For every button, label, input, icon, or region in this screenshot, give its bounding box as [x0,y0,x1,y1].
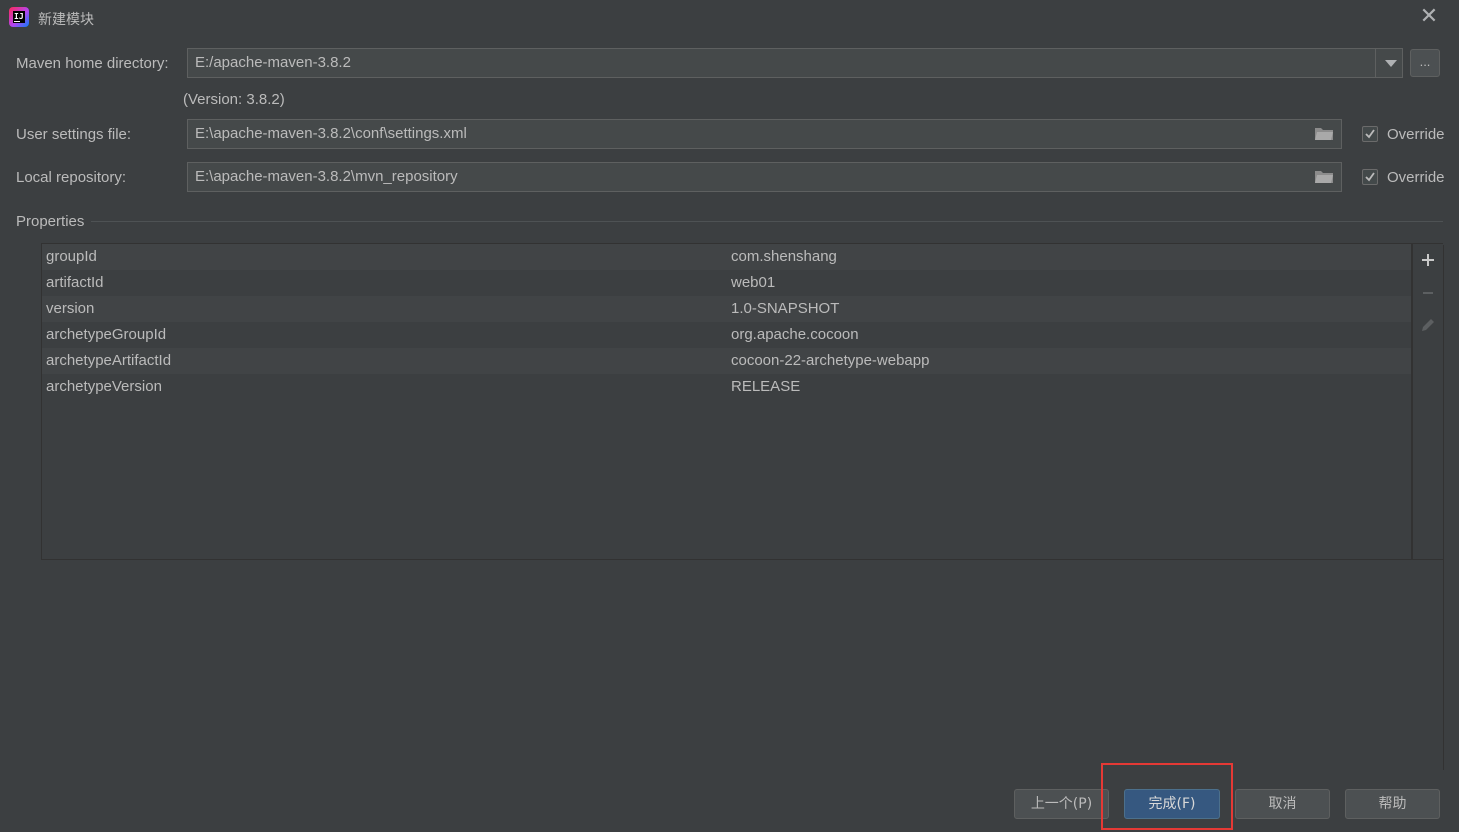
property-key: archetypeVersion [46,378,162,395]
finish-highlight-annotation [1101,763,1233,830]
folder-icon[interactable] [1315,170,1333,187]
property-key: groupId [46,248,97,265]
property-value[interactable]: RELEASE [731,378,800,395]
edit-icon[interactable] [1419,316,1437,334]
user-settings-override-checkbox[interactable] [1362,126,1378,142]
user-settings-input[interactable]: E:\apache-maven-3.8.2\conf\settings.xml [187,119,1342,149]
browse-maven-home-button[interactable]: ... [1410,49,1440,77]
section-divider [91,221,1443,222]
property-value[interactable]: cocoon-22-archetype-webapp [731,352,929,369]
table-row[interactable]: groupId com.shenshang [42,244,1411,270]
title-bar [0,0,1459,36]
property-value[interactable]: 1.0-SNAPSHOT [731,300,839,317]
property-value[interactable]: web01 [731,274,775,291]
table-row[interactable]: archetypeVersion RELEASE [42,374,1411,400]
maven-home-label: Maven home directory: [16,55,169,72]
local-repo-input[interactable]: E:\apache-maven-3.8.2\mvn_repository [187,162,1342,192]
table-row[interactable]: archetypeArtifactId cocoon-22-archetype-… [42,348,1411,374]
property-key: archetypeArtifactId [46,352,172,369]
property-key: archetypeGroupId [46,326,167,343]
remove-icon[interactable] [1419,284,1437,302]
table-row[interactable]: artifactId web01 [42,270,1411,296]
local-repo-override-label[interactable]: Override [1387,169,1445,186]
help-button[interactable]: 帮助 [1345,789,1440,819]
add-icon[interactable] [1419,251,1437,269]
close-icon[interactable]: ✕ [1419,5,1439,27]
cancel-button[interactable]: 取消 [1235,789,1330,819]
table-row[interactable]: archetypeGroupId org.apache.cocoon [42,322,1411,348]
property-value[interactable]: com.shenshang [731,248,837,265]
property-key: version [46,300,95,317]
table-row[interactable]: version 1.0-SNAPSHOT [42,296,1411,322]
local-repo-override-checkbox[interactable] [1362,169,1378,185]
checkmark-icon [1365,129,1375,139]
maven-home-input[interactable]: E:/apache-maven-3.8.2 [187,48,1376,78]
local-repo-label: Local repository: [16,169,127,186]
panel-border [1443,245,1444,770]
checkmark-icon [1365,172,1375,182]
property-value[interactable]: org.apache.cocoon [731,326,859,343]
properties-table: groupId com.shenshang artifactId web01 v… [41,243,1412,560]
intellij-logo-icon: IJ [9,7,29,27]
property-key: artifactId [46,274,104,291]
properties-toolbar [1412,243,1443,560]
user-settings-label: User settings file: [16,126,132,143]
previous-button[interactable]: 上一个(P) [1014,789,1109,819]
chevron-down-icon[interactable] [1375,48,1403,78]
user-settings-override-label[interactable]: Override [1387,126,1445,143]
properties-section-title: Properties [16,213,85,230]
maven-version-text: (Version: 3.8.2) [183,91,285,108]
folder-icon[interactable] [1315,127,1333,144]
window-title: 新建模块 [38,11,94,27]
